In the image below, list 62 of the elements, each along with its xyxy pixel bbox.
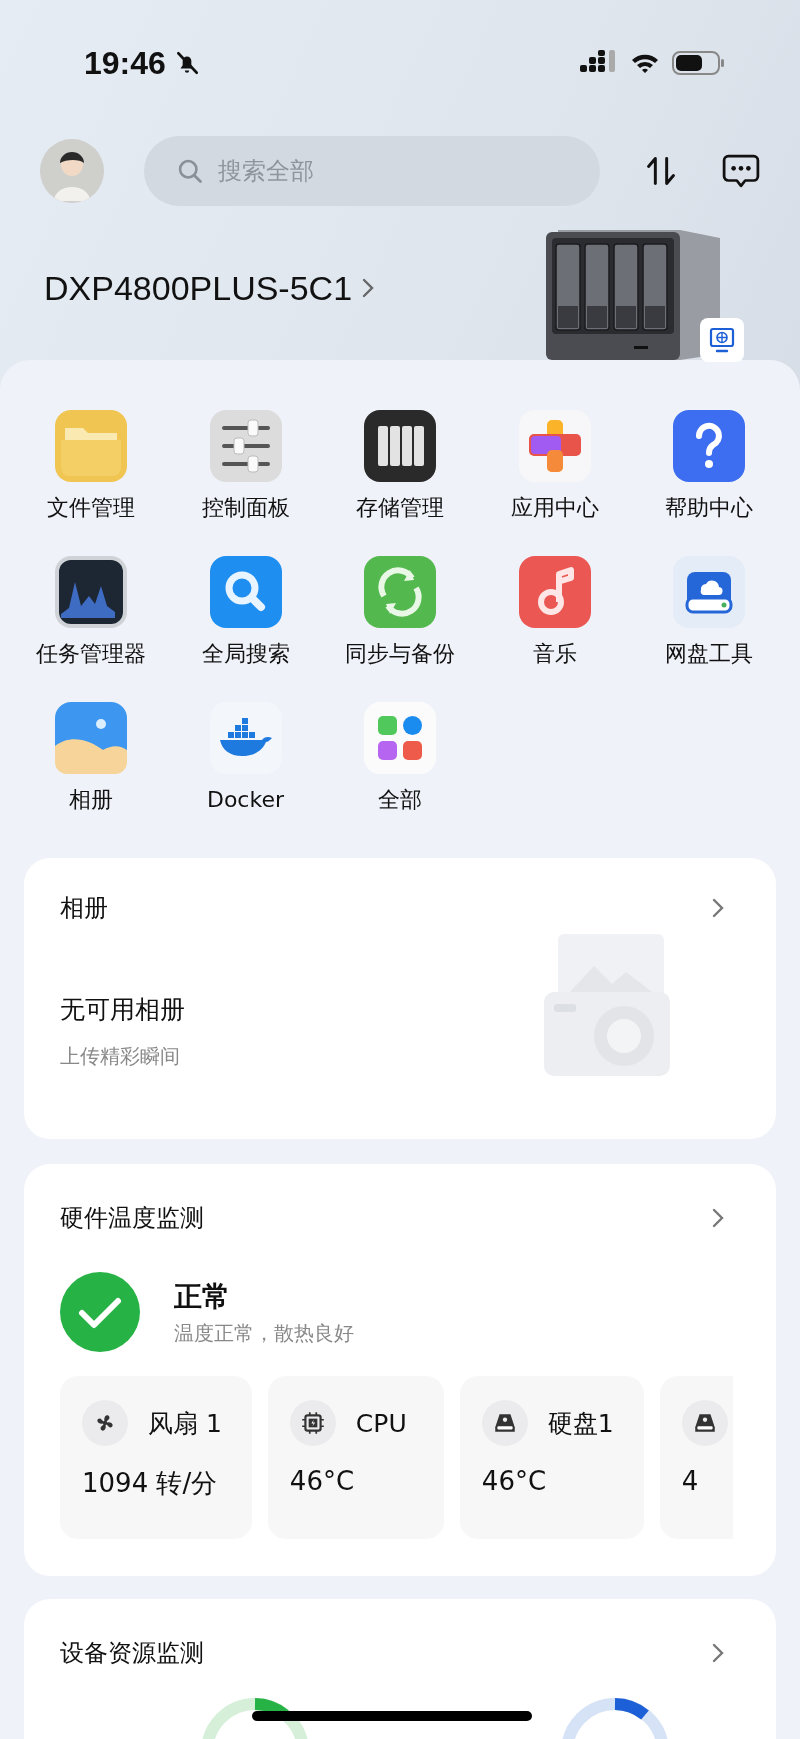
battery-icon <box>672 50 726 76</box>
sensor-name: 硬盘1 <box>547 1407 614 1440</box>
sensor-tile[interactable]: 风扇 1 1094 转/分 <box>60 1376 252 1539</box>
resource-monitor-card[interactable]: 设备资源监测 <box>24 1599 776 1739</box>
chevron-right-icon[interactable] <box>712 1208 724 1228</box>
app-shortcut[interactable]: 帮助中心 <box>634 410 784 522</box>
app-shortcut[interactable]: 任务管理器 <box>16 556 166 668</box>
transfer-arrows-icon[interactable] <box>644 154 678 188</box>
card-title: 设备资源监测 <box>60 1638 204 1669</box>
empty-state-subtitle: 上传精彩瞬间 <box>60 1043 180 1070</box>
card-title: 硬件温度监测 <box>60 1203 204 1234</box>
sensor-tile[interactable]: 4 <box>659 1376 733 1539</box>
globe-monitor-icon <box>708 326 736 354</box>
hardware-temperature-card[interactable]: 硬件温度监测 正常 温度正常，散热良好 风扇 1 1094 转/分 CPU 46°C 硬盘1 46°C 4 <box>24 1164 776 1576</box>
check-circle-icon <box>60 1272 140 1352</box>
app-shortcut[interactable]: 同步与备份 <box>325 556 475 668</box>
app-shortcut[interactable]: 音乐 <box>479 556 630 668</box>
app-shortcut[interactable]: 网盘工具 <box>634 556 784 668</box>
device-name-link[interactable]: DXP4800PLUS-5C1 <box>44 268 375 308</box>
sensor-name: CPU <box>355 1408 407 1438</box>
search-field[interactable]: 搜索全部 <box>144 136 600 206</box>
chevron-right-icon[interactable] <box>712 898 724 918</box>
status-time: 19:46 <box>84 44 166 82</box>
search-icon <box>176 157 204 185</box>
sliders-app-icon <box>209 410 282 482</box>
sensor-tile[interactable]: 硬盘1 46°C <box>459 1376 644 1539</box>
app-shortcut[interactable]: 相册 <box>16 702 166 814</box>
sensor-value: 4 <box>681 1466 700 1496</box>
sensor-tile[interactable]: CPU 46°C <box>267 1376 444 1539</box>
clouddrive-app-icon <box>673 556 745 628</box>
sync-app-icon <box>364 556 436 628</box>
album-card[interactable]: 相册 无可用相册 上传精彩瞬间 <box>24 858 776 1139</box>
app-shortcut[interactable]: 全局搜索 <box>170 556 321 668</box>
photos-app-icon <box>55 702 127 774</box>
appcenter-app-icon <box>518 410 591 482</box>
sensor-value: 46°C <box>481 1466 548 1496</box>
app-shortcut[interactable]: Docker <box>170 702 321 814</box>
app-shortcut[interactable]: 存储管理 <box>325 410 475 522</box>
sensor-value: 46°C <box>289 1466 356 1496</box>
chevron-right-icon <box>362 278 375 298</box>
wifi-icon <box>630 52 660 74</box>
app-shortcut[interactable]: 控制面板 <box>170 410 321 522</box>
status-title: 正常 <box>174 1278 230 1315</box>
chevron-right-icon[interactable] <box>712 1643 724 1663</box>
music-app-icon <box>518 556 591 628</box>
all-app-icon <box>364 702 436 774</box>
search-app-icon <box>209 556 282 628</box>
monitor-app-icon <box>55 556 127 628</box>
app-shortcut[interactable]: 应用中心 <box>479 410 630 522</box>
status-subtitle: 温度正常，散热良好 <box>174 1319 354 1347</box>
app-shortcut[interactable]: 全部 <box>325 702 475 814</box>
remote-access-button[interactable] <box>700 318 744 362</box>
cpu-chip-icon <box>299 1410 326 1436</box>
folder-app-icon <box>55 410 127 482</box>
sensor-name: 风扇 1 <box>148 1407 222 1440</box>
help-app-icon <box>673 410 745 482</box>
storage-app-icon <box>364 410 436 482</box>
card-title: 相册 <box>60 893 108 924</box>
app-shortcut[interactable]: 文件管理 <box>16 410 166 522</box>
empty-state-title: 无可用相册 <box>60 994 185 1026</box>
sensor-value: 1094 转/分 <box>82 1467 219 1500</box>
message-icon[interactable] <box>722 153 760 189</box>
